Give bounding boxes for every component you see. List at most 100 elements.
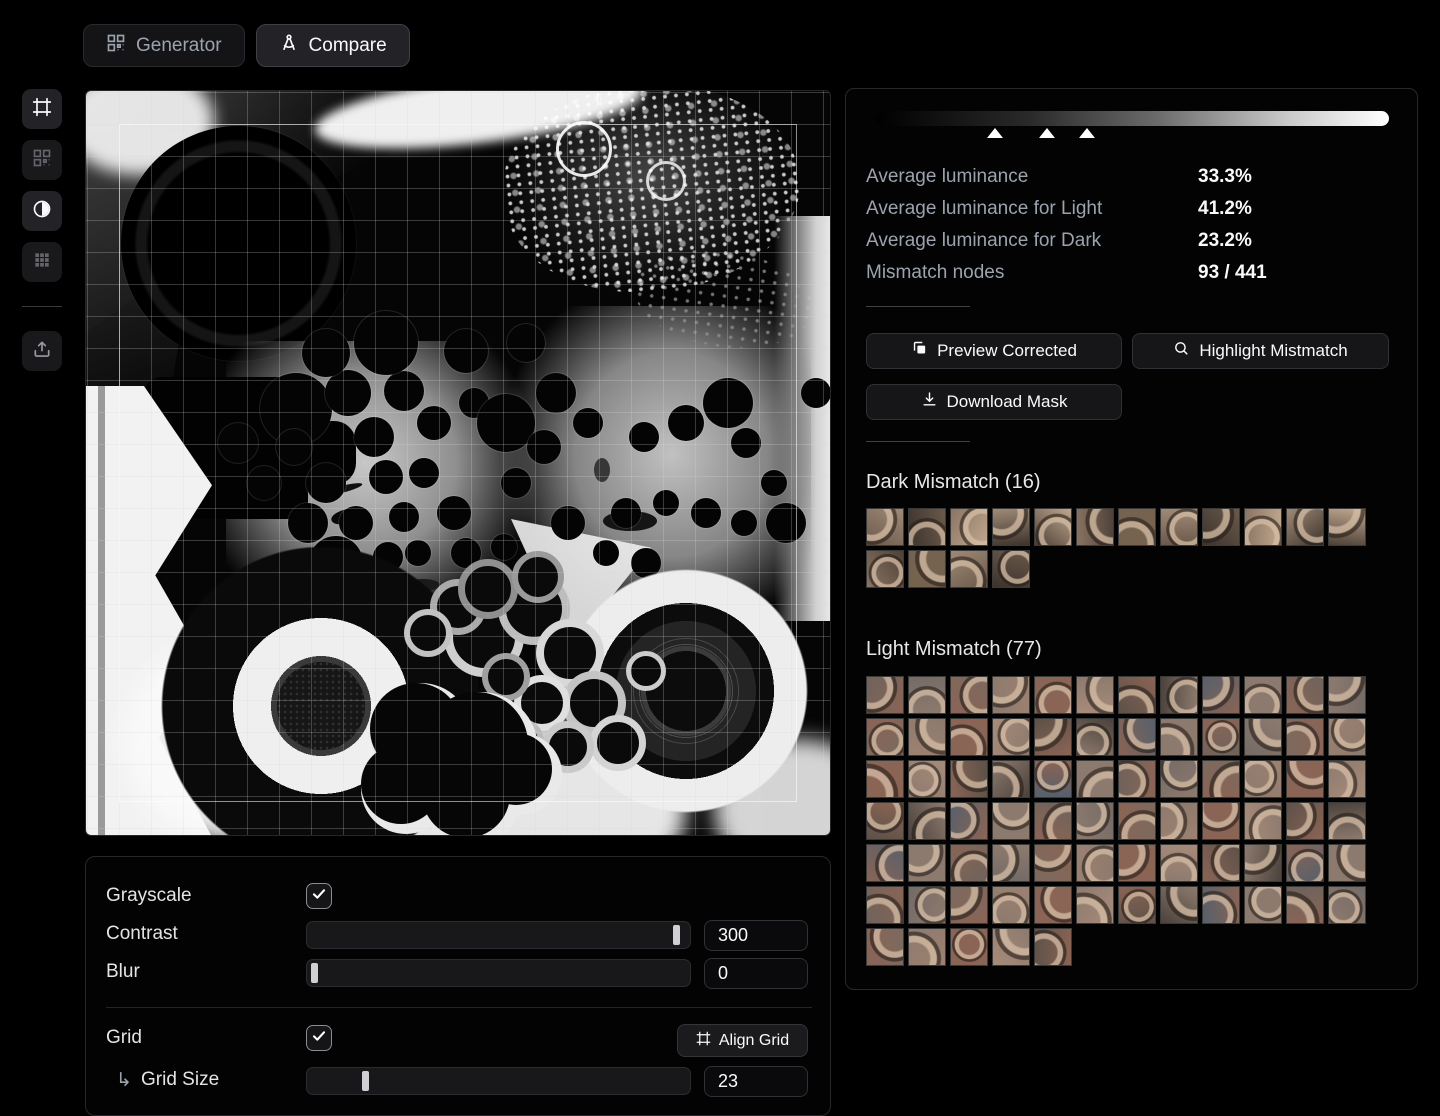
mismatch-thumbnail[interactable] — [992, 928, 1030, 966]
tab-generator[interactable]: Generator — [83, 24, 245, 67]
mismatch-thumbnail[interactable] — [908, 550, 946, 588]
mismatch-thumbnail[interactable] — [1328, 844, 1366, 882]
mismatch-thumbnail[interactable] — [950, 550, 988, 588]
mismatch-thumbnail[interactable] — [1202, 760, 1240, 798]
mismatch-thumbnail[interactable] — [1286, 760, 1324, 798]
highlight-mismatch-button[interactable]: Highlight Mistmatch — [1132, 333, 1389, 369]
mismatch-thumbnail[interactable] — [908, 508, 946, 546]
contrast-slider-thumb[interactable] — [673, 925, 680, 945]
grid-tool-button[interactable] — [22, 242, 62, 282]
contrast-tool-button[interactable] — [22, 191, 62, 231]
mismatch-thumbnail[interactable] — [992, 508, 1030, 546]
mismatch-thumbnail[interactable] — [1202, 844, 1240, 882]
mismatch-thumbnail[interactable] — [1118, 760, 1156, 798]
frame-tool-button[interactable] — [22, 89, 62, 129]
mismatch-thumbnail[interactable] — [1286, 508, 1324, 546]
mismatch-thumbnail[interactable] — [908, 928, 946, 966]
grid-size-slider[interactable] — [306, 1067, 691, 1095]
mismatch-thumbnail[interactable] — [1328, 508, 1366, 546]
mismatch-thumbnail[interactable] — [908, 760, 946, 798]
upload-tool-button[interactable] — [22, 331, 62, 371]
mismatch-thumbnail[interactable] — [1076, 886, 1114, 924]
mismatch-thumbnail[interactable] — [1076, 844, 1114, 882]
mismatch-thumbnail[interactable] — [1034, 886, 1072, 924]
mismatch-thumbnail[interactable] — [1076, 760, 1114, 798]
mismatch-thumbnail[interactable] — [1244, 508, 1282, 546]
mismatch-thumbnail[interactable] — [1118, 718, 1156, 756]
mismatch-thumbnail[interactable] — [908, 676, 946, 714]
mismatch-thumbnail[interactable] — [1034, 676, 1072, 714]
grid-size-slider-thumb[interactable] — [362, 1071, 369, 1091]
mismatch-thumbnail[interactable] — [1034, 508, 1072, 546]
mismatch-thumbnail[interactable] — [866, 886, 904, 924]
mismatch-thumbnail[interactable] — [1160, 676, 1198, 714]
mismatch-thumbnail[interactable] — [950, 508, 988, 546]
mismatch-thumbnail[interactable] — [1286, 676, 1324, 714]
mismatch-thumbnail[interactable] — [1076, 508, 1114, 546]
mismatch-thumbnail[interactable] — [1076, 802, 1114, 840]
contrast-slider[interactable] — [306, 921, 691, 949]
mismatch-thumbnail[interactable] — [950, 718, 988, 756]
mismatch-thumbnail[interactable] — [950, 928, 988, 966]
mismatch-thumbnail[interactable] — [950, 676, 988, 714]
mismatch-thumbnail[interactable] — [1244, 844, 1282, 882]
mismatch-thumbnail[interactable] — [1160, 760, 1198, 798]
contrast-input[interactable] — [704, 920, 808, 951]
mismatch-thumbnail[interactable] — [866, 802, 904, 840]
mismatch-thumbnail[interactable] — [1244, 760, 1282, 798]
mismatch-thumbnail[interactable] — [866, 718, 904, 756]
image-canvas[interactable] — [85, 90, 831, 836]
align-grid-button[interactable]: Align Grid — [677, 1024, 808, 1057]
mismatch-thumbnail[interactable] — [1034, 928, 1072, 966]
mismatch-thumbnail[interactable] — [1202, 802, 1240, 840]
mismatch-thumbnail[interactable] — [950, 760, 988, 798]
mismatch-thumbnail[interactable] — [908, 802, 946, 840]
mismatch-thumbnail[interactable] — [1160, 508, 1198, 546]
mismatch-thumbnail[interactable] — [1160, 718, 1198, 756]
mismatch-thumbnail[interactable] — [908, 844, 946, 882]
mismatch-thumbnail[interactable] — [1202, 886, 1240, 924]
mismatch-thumbnail[interactable] — [1202, 676, 1240, 714]
mismatch-thumbnail[interactable] — [1034, 760, 1072, 798]
grayscale-checkbox[interactable] — [306, 883, 332, 909]
mismatch-thumbnail[interactable] — [866, 508, 904, 546]
mismatch-thumbnail[interactable] — [1160, 802, 1198, 840]
tab-compare[interactable]: Compare — [256, 24, 410, 67]
mismatch-thumbnail[interactable] — [950, 886, 988, 924]
blur-slider[interactable] — [306, 959, 691, 987]
grid-size-input[interactable] — [704, 1066, 808, 1097]
mismatch-thumbnail[interactable] — [1034, 844, 1072, 882]
mismatch-thumbnail[interactable] — [1286, 718, 1324, 756]
mismatch-thumbnail[interactable] — [1244, 886, 1282, 924]
mismatch-thumbnail[interactable] — [1118, 676, 1156, 714]
mismatch-thumbnail[interactable] — [1328, 718, 1366, 756]
mismatch-thumbnail[interactable] — [1328, 802, 1366, 840]
blur-slider-thumb[interactable] — [311, 963, 318, 983]
grid-checkbox[interactable] — [306, 1025, 332, 1051]
mismatch-thumbnail[interactable] — [950, 844, 988, 882]
mismatch-thumbnail[interactable] — [1160, 886, 1198, 924]
mismatch-thumbnail[interactable] — [1118, 508, 1156, 546]
mismatch-thumbnail[interactable] — [1328, 886, 1366, 924]
mismatch-thumbnail[interactable] — [1118, 886, 1156, 924]
mismatch-thumbnail[interactable] — [992, 676, 1030, 714]
mismatch-thumbnail[interactable] — [1118, 844, 1156, 882]
mismatch-thumbnail[interactable] — [866, 928, 904, 966]
mismatch-thumbnail[interactable] — [1076, 676, 1114, 714]
blur-input[interactable] — [704, 958, 808, 989]
mismatch-thumbnail[interactable] — [866, 760, 904, 798]
mismatch-thumbnail[interactable] — [1286, 886, 1324, 924]
mismatch-thumbnail[interactable] — [992, 802, 1030, 840]
mismatch-thumbnail[interactable] — [1034, 802, 1072, 840]
download-mask-button[interactable]: Download Mask — [866, 384, 1122, 420]
mismatch-thumbnail[interactable] — [1328, 676, 1366, 714]
preview-corrected-button[interactable]: Preview Corrected — [866, 333, 1122, 369]
mismatch-thumbnail[interactable] — [1202, 508, 1240, 546]
mismatch-thumbnail[interactable] — [908, 886, 946, 924]
mismatch-thumbnail[interactable] — [992, 760, 1030, 798]
mismatch-thumbnail[interactable] — [1202, 718, 1240, 756]
qr-tool-button[interactable] — [22, 140, 62, 180]
mismatch-thumbnail[interactable] — [1118, 802, 1156, 840]
mismatch-thumbnail[interactable] — [1244, 802, 1282, 840]
mismatch-thumbnail[interactable] — [1244, 718, 1282, 756]
